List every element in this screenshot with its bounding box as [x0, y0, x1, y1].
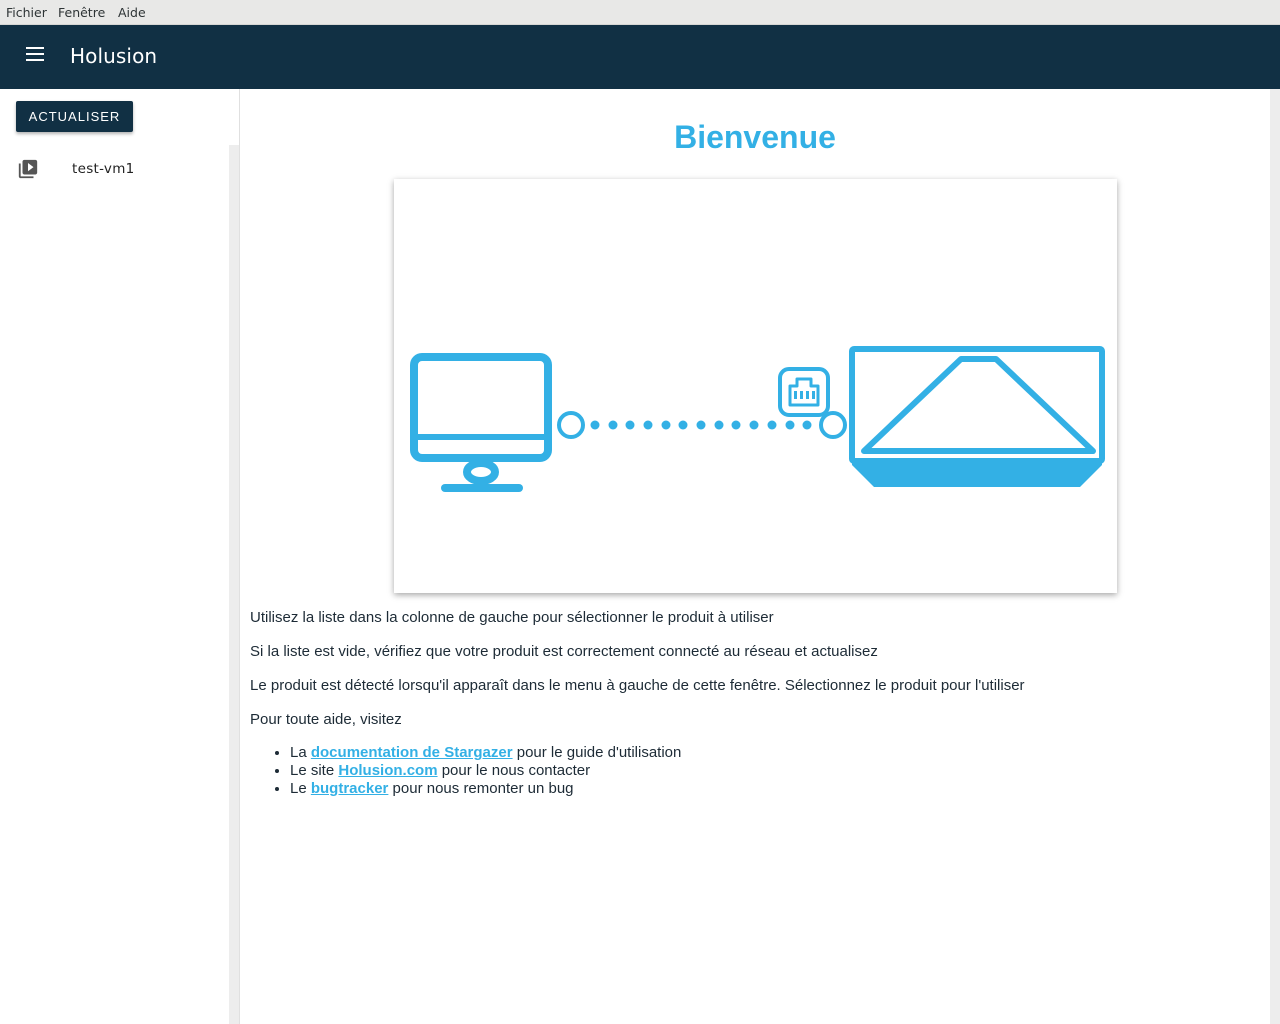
connection-illustration	[394, 179, 1117, 593]
instruction-text: Si la liste est vide, vérifiez que votre…	[250, 643, 878, 660]
main-content: Bienvenue Utilisez la liste dans la colo…	[240, 89, 1270, 1024]
ethernet-port-icon	[778, 367, 830, 417]
menu-aide[interactable]: Aide	[118, 5, 146, 20]
instruction-text: Utilisez la liste dans la colonne de gau…	[250, 609, 774, 626]
sidebar-scrollbar[interactable]	[229, 145, 239, 1024]
cable-endpoint-left	[557, 411, 585, 439]
help-links-list: La documentation de Stargazer pour le gu…	[250, 744, 681, 798]
sidebar: ACTUALISER test-vm1	[0, 89, 240, 1024]
video-library-icon	[18, 159, 38, 179]
device-label: test-vm1	[72, 161, 135, 177]
holographic-display-icon	[849, 346, 1105, 464]
list-item: Le site Holusion.com pour le nous contac…	[290, 762, 681, 780]
network-diagram-image	[410, 346, 1105, 492]
holusion-site-link[interactable]: Holusion.com	[338, 762, 437, 779]
menu-fenetre[interactable]: Fenêtre	[58, 5, 105, 20]
documentation-link[interactable]: documentation de Stargazer	[311, 744, 513, 761]
main-scrollbar[interactable]	[1270, 89, 1280, 1024]
os-menubar: Fichier Fenêtre Aide	[0, 0, 1280, 25]
welcome-heading: Bienvenue	[674, 119, 836, 155]
app-bar: Holusion	[0, 25, 1280, 89]
list-item: La documentation de Stargazer pour le gu…	[290, 744, 681, 762]
help-intro-text: Pour toute aide, visitez	[250, 711, 402, 728]
device-list-item[interactable]: test-vm1	[0, 149, 229, 189]
refresh-button[interactable]: ACTUALISER	[16, 101, 133, 132]
cable-endpoint-right	[819, 411, 847, 439]
menu-fichier[interactable]: Fichier	[6, 5, 47, 20]
dotted-cable	[590, 391, 1102, 487]
list-item: Le bugtracker pour nous remonter un bug	[290, 780, 681, 798]
instruction-text: Le produit est détecté lorsqu'il apparaî…	[250, 677, 1025, 694]
hamburger-menu-icon[interactable]	[26, 47, 46, 65]
app-title: Holusion	[70, 44, 158, 68]
bugtracker-link[interactable]: bugtracker	[311, 780, 389, 797]
computer-monitor-icon	[410, 353, 552, 492]
